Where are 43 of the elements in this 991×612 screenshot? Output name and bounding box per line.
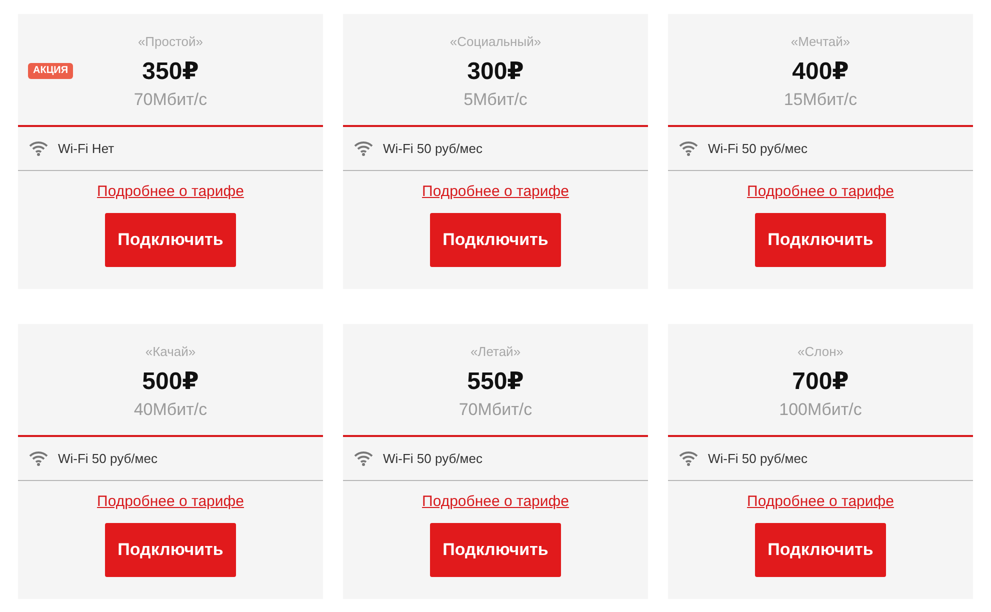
tariff-price: 550₽ <box>467 368 524 396</box>
wifi-info: Wi-Fi 50 руб/мес <box>708 141 808 156</box>
tariff-price: 700₽ <box>792 368 849 396</box>
tariff-price: 300₽ <box>467 58 524 86</box>
tariff-name: «Слон» <box>798 344 844 359</box>
wifi-info: Wi-Fi 50 руб/мес <box>58 451 158 466</box>
tariff-name: «Социальный» <box>450 34 542 49</box>
tariff-speed: 70Мбит/с <box>134 90 208 110</box>
connect-button[interactable]: Подключить <box>755 213 886 267</box>
tariff-details-link[interactable]: Подробнее о тарифе <box>97 183 244 201</box>
connect-button[interactable]: Подключить <box>755 523 886 577</box>
connect-button[interactable]: Подключить <box>105 213 236 267</box>
tariff-name: «Летай» <box>470 344 521 359</box>
connect-button[interactable]: Подключить <box>430 523 561 577</box>
tariff-speed: 70Мбит/с <box>458 400 532 420</box>
wifi-info: Wi-Fi Нет <box>58 141 114 156</box>
tariff-details-link[interactable]: Подробнее о тарифе <box>422 183 569 201</box>
tariff-price: 400₽ <box>792 58 849 86</box>
tariff-details-link[interactable]: Подробнее о тарифе <box>747 493 894 511</box>
tariff-speed: 40Мбит/с <box>134 400 208 420</box>
tariff-speed: 5Мбит/с <box>464 90 528 110</box>
wifi-info: Wi-Fi 50 руб/мес <box>708 451 808 466</box>
wifi-icon <box>354 451 373 466</box>
promo-badge: АКЦИЯ <box>28 63 74 79</box>
tariff-price: 500₽ <box>142 368 199 396</box>
connect-button[interactable]: Подключить <box>105 523 236 577</box>
tariff-details-link[interactable]: Подробнее о тарифе <box>97 493 244 511</box>
tariff-name: «Мечтай» <box>790 34 850 49</box>
wifi-icon <box>29 451 48 466</box>
wifi-info: Wi-Fi 50 руб/мес <box>383 141 482 156</box>
wifi-icon <box>354 141 373 156</box>
tariff-speed: 15Мбит/с <box>784 90 858 110</box>
tariff-speed: 100Мбит/с <box>779 400 862 420</box>
wifi-icon <box>679 141 698 156</box>
tariff-name: «Качай» <box>145 344 196 359</box>
tariff-details-link[interactable]: Подробнее о тарифе <box>747 183 894 201</box>
tariff-price: 350₽ <box>142 58 199 86</box>
tariff-name: «Простой» <box>138 34 204 49</box>
wifi-icon <box>29 141 48 156</box>
wifi-icon <box>679 451 698 466</box>
wifi-info: Wi-Fi 50 руб/мес <box>383 451 482 466</box>
connect-button[interactable]: Подключить <box>430 213 561 267</box>
tariff-details-link[interactable]: Подробнее о тарифе <box>422 493 569 511</box>
